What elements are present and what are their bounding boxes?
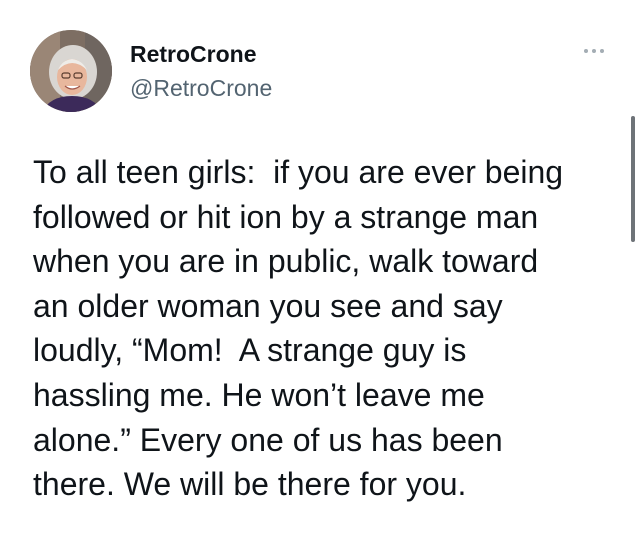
author-handle[interactable]: @RetroCrone — [130, 74, 272, 102]
tweet-text-line: followed or hit ion by a strange man — [33, 198, 539, 235]
tweet-card: RetroCrone @RetroCrone To all teen girls… — [0, 0, 640, 551]
scrollbar[interactable] — [631, 116, 635, 242]
dot — [600, 49, 604, 53]
dot — [592, 49, 596, 53]
avatar[interactable] — [30, 30, 112, 112]
tweet-text-line: loudly, “Mom! A strange guy is — [33, 332, 467, 369]
author-display-name[interactable]: RetroCrone — [130, 40, 272, 68]
tweet-text-line: an older woman you see and say — [33, 287, 503, 324]
tweet-text-line: there. We will be there for you. — [33, 466, 467, 503]
dot — [584, 49, 588, 53]
more-options-icon[interactable] — [584, 44, 608, 58]
author-info: RetroCrone @RetroCrone — [130, 40, 272, 102]
profile-photo-icon — [30, 30, 112, 112]
tweet-text: To all teen girls: if you are ever being… — [33, 150, 628, 507]
tweet-text-line: To all teen girls: if you are ever being — [33, 154, 564, 190]
tweet-text-line: alone.” Every one of us has been — [33, 421, 503, 458]
tweet-text-line: when you are in public, walk toward — [33, 243, 539, 280]
tweet-text-line: hassling me. He won’t leave me — [33, 376, 485, 413]
